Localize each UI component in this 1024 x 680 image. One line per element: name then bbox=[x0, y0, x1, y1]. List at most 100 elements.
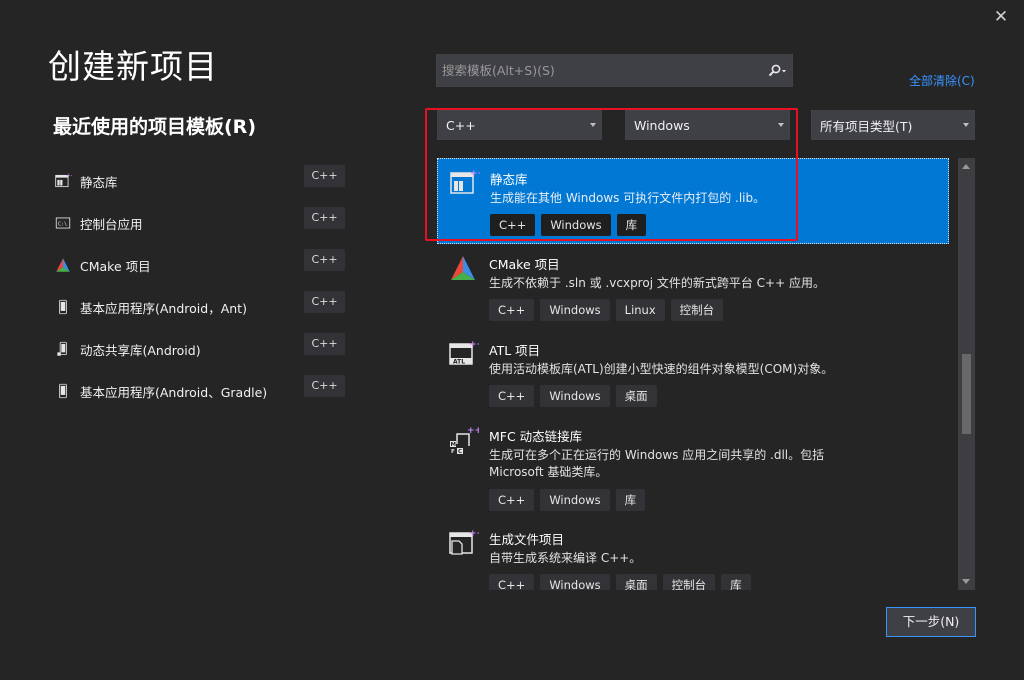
recent-template-item[interactable]: C:\ 控制台应用 C++ bbox=[54, 202, 346, 244]
language-tag: C++ bbox=[304, 333, 345, 355]
template-tags: C++ Windows 桌面 控制台库 bbox=[489, 574, 751, 590]
language-tag: C++ bbox=[304, 291, 345, 313]
template-tag: C++ bbox=[489, 489, 535, 511]
template-tag: 控制台 bbox=[662, 574, 716, 590]
template-tag: Windows bbox=[541, 214, 611, 236]
recent-template-label: 静态库 bbox=[80, 174, 118, 190]
language-filter-value: C++ bbox=[446, 117, 476, 133]
template-description: 使用活动模板库(ATL)创建小型快速的组件对象模型(COM)对象。 bbox=[489, 362, 834, 376]
android-device-icon bbox=[54, 382, 72, 400]
scroll-down-arrow-icon[interactable] bbox=[962, 579, 970, 584]
cmake-icon bbox=[54, 256, 72, 274]
template-name: 生成文件项目 bbox=[489, 532, 565, 547]
page-title: 创建新项目 bbox=[48, 47, 218, 86]
template-tag: Windows bbox=[540, 574, 610, 590]
recent-template-item[interactable]: 基本应用程序(Android，Ant) C++ bbox=[54, 286, 346, 328]
platform-filter-value: Windows bbox=[634, 117, 690, 133]
search-box bbox=[436, 54, 793, 87]
search-icon[interactable] bbox=[762, 55, 792, 86]
scroll-up-arrow-icon[interactable] bbox=[962, 164, 970, 169]
recent-template-item[interactable]: ++ 静态库 C++ bbox=[54, 160, 346, 202]
svg-text:++: ++ bbox=[469, 340, 479, 350]
template-tag: C++ bbox=[489, 385, 535, 407]
template-tag: 桌面 bbox=[615, 385, 657, 407]
cmake-icon bbox=[447, 252, 479, 284]
template-tags: C++ Windows 库 bbox=[490, 214, 647, 236]
template-tag: Linux bbox=[615, 299, 665, 321]
language-tag: C++ bbox=[304, 375, 345, 397]
platform-filter-dropdown[interactable]: Windows bbox=[625, 110, 790, 140]
template-tag: C++ bbox=[489, 574, 535, 590]
template-tag: Windows bbox=[540, 489, 610, 511]
template-tag: 库 bbox=[615, 489, 646, 511]
mfc-icon: M F C ++ bbox=[447, 424, 482, 456]
close-button[interactable]: ✕ bbox=[990, 6, 1012, 28]
recent-templates-list: ++静态库C++C:\控制台应用C++CMake 项目C++基本应用程序(And… bbox=[54, 160, 346, 412]
template-tag: Windows bbox=[540, 299, 610, 321]
svg-text:C:\: C:\ bbox=[58, 221, 67, 227]
template-tag: 库 bbox=[721, 574, 751, 590]
template-tag: 控制台 bbox=[670, 299, 724, 321]
scrollbar-thumb[interactable] bbox=[962, 354, 971, 434]
recent-template-label: 基本应用程序(Android，Ant) bbox=[80, 300, 247, 316]
svg-text:M: M bbox=[451, 442, 456, 448]
chevron-down-icon bbox=[963, 123, 969, 127]
language-tag: C++ bbox=[304, 165, 345, 187]
template-tag: 库 bbox=[616, 214, 647, 236]
template-item[interactable]: ATL ++ ATL 项目使用活动模板库(ATL)创建小型快速的组件对象模型(COM… bbox=[437, 330, 949, 416]
svg-text:ATL: ATL bbox=[453, 359, 465, 366]
svg-text:++: ++ bbox=[66, 173, 72, 179]
recent-template-label: 控制台应用 bbox=[80, 216, 143, 232]
static-library-icon: ++ bbox=[54, 172, 72, 190]
android-device-icon bbox=[54, 298, 72, 316]
template-tag: C++ bbox=[490, 214, 536, 236]
template-list: ++静态库生成能在其他 Windows 可执行文件内打包的 .lib。C++Wi… bbox=[437, 158, 951, 590]
template-list-scrollbar[interactable] bbox=[958, 158, 975, 590]
recent-template-label: CMake 项目 bbox=[80, 258, 151, 274]
svg-text:C: C bbox=[458, 449, 462, 455]
project-type-filter-dropdown[interactable]: 所有项目类型(T) bbox=[811, 110, 975, 140]
next-button[interactable]: 下一步(N) bbox=[886, 607, 976, 637]
atl-icon: ATL ++ bbox=[447, 338, 484, 370]
template-tag: Windows bbox=[540, 385, 610, 407]
template-item[interactable]: ++ 生成文件项目自带生成系统来编译 C++。 C++ Windows 桌面控制台库 bbox=[437, 519, 949, 590]
svg-text:++: ++ bbox=[470, 169, 480, 179]
template-name: ATL 项目 bbox=[489, 343, 541, 358]
console-app-icon: C:\ bbox=[54, 214, 72, 232]
template-tags: C++ Windows 桌面 bbox=[489, 385, 657, 407]
template-description: 生成可在多个正在运行的 Windows 应用之间共享的 .dll。包括 Micr… bbox=[489, 448, 825, 479]
svg-text:++: ++ bbox=[467, 426, 479, 436]
template-tags: C++ Windows Linux 控制台 bbox=[489, 299, 724, 321]
template-description: 自带生成系统来编译 C++。 bbox=[489, 551, 642, 565]
template-description: 生成不依赖于 .sln 或 .vcxproj 文件的新式跨平台 C++ 应用。 bbox=[489, 276, 825, 290]
svg-text:++: ++ bbox=[469, 529, 479, 539]
chevron-down-icon bbox=[778, 123, 784, 127]
recent-template-label: 基本应用程序(Android、Gradle) bbox=[80, 384, 268, 400]
search-input[interactable] bbox=[437, 55, 762, 86]
template-name: MFC 动态链接库 bbox=[489, 429, 583, 444]
clear-all-link[interactable]: 全部清除(C) bbox=[909, 72, 975, 89]
language-filter-dropdown[interactable]: C++ bbox=[437, 110, 602, 140]
svg-text:F: F bbox=[451, 449, 455, 455]
recent-template-item[interactable]: 动态共享库(Android) C++ bbox=[54, 328, 346, 370]
template-tag: 桌面 bbox=[615, 574, 657, 590]
template-name: 静态库 bbox=[490, 172, 528, 187]
template-tag: C++ bbox=[489, 299, 535, 321]
template-tags: C++ Windows 库 bbox=[489, 489, 646, 511]
recent-template-label: 动态共享库(Android) bbox=[80, 342, 201, 358]
template-name: CMake 项目 bbox=[489, 257, 560, 272]
language-tag: C++ bbox=[304, 249, 345, 271]
template-item[interactable]: M F C ++ MFC 动态链接库 生成可在多个正在运行的 Windows 应用之间共享… bbox=[437, 416, 949, 519]
template-description: 生成能在其他 Windows 可执行文件内打包的 .lib。 bbox=[490, 191, 766, 205]
chevron-down-icon bbox=[590, 123, 596, 127]
template-item[interactable]: ++ 静态库生成能在其他 Windows 可执行文件内打包的 .lib。 C++Wi… bbox=[437, 158, 949, 244]
recent-templates-title: 最近使用的项目模板(R) bbox=[53, 116, 256, 138]
recent-template-item[interactable]: 基本应用程序(Android、Gradle) C++ bbox=[54, 370, 346, 412]
static-library-icon: ++ bbox=[448, 167, 485, 199]
template-item[interactable]: CMake 项目生成不依赖于 .sln 或 .vcxproj 文件的新式跨平台 … bbox=[437, 244, 949, 330]
android-shared-library-icon bbox=[54, 340, 72, 358]
recent-template-item[interactable]: CMake 项目 C++ bbox=[54, 244, 346, 286]
language-tag: C++ bbox=[304, 207, 345, 229]
project-type-filter-value: 所有项目类型(T) bbox=[820, 118, 913, 134]
makefile-project-icon: ++ bbox=[447, 527, 484, 559]
